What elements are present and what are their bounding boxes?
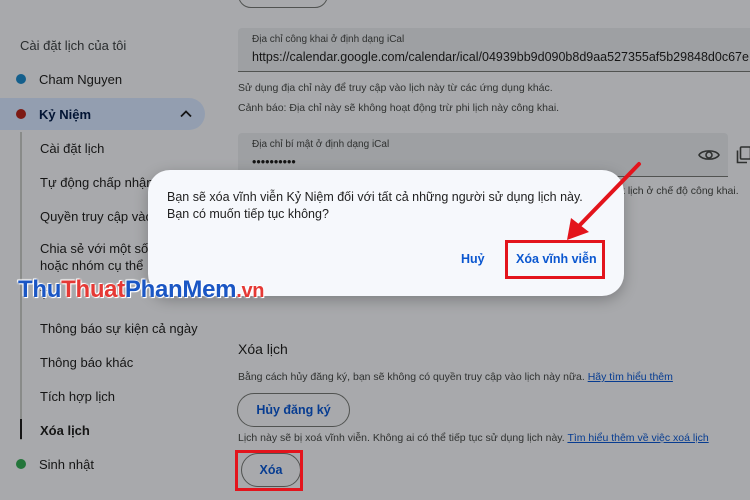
watermark-part: .vn bbox=[236, 280, 265, 302]
calendar-settings-app: Cài đặt lịch của tôi Cham Nguyen Kỷ Niệm… bbox=[0, 0, 750, 500]
dialog-cancel-button[interactable]: Huỷ bbox=[461, 252, 485, 266]
highlight-box-delete bbox=[235, 450, 303, 491]
watermark-part: Thu bbox=[18, 276, 62, 303]
dialog-message: Bạn sẽ xóa vĩnh viễn Kỷ Niệm đối với tất… bbox=[167, 190, 583, 221]
watermark-part: PhanMem bbox=[124, 276, 237, 303]
watermark: ThuThuatPhanMem.vn bbox=[18, 276, 264, 304]
watermark-part: Thuat bbox=[61, 276, 125, 303]
annotation-arrow-icon bbox=[567, 162, 641, 240]
